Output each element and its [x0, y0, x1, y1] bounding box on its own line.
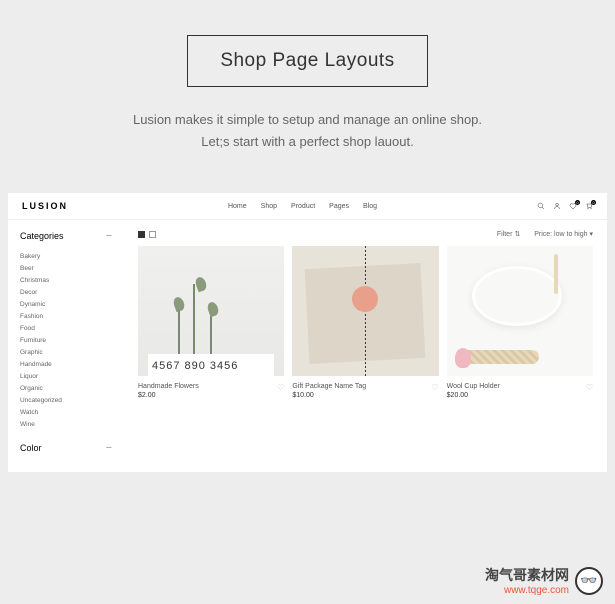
product-name: Wool Cup Holder — [447, 383, 500, 390]
cat-item[interactable]: Christmas — [20, 274, 112, 286]
product-card[interactable]: Wool Cup Holder $20.00 ♡ — [447, 246, 593, 399]
cat-item[interactable]: Liquor — [20, 370, 112, 382]
categories-list: Bakery Beer Christmas Decor Dynamic Fash… — [20, 250, 112, 430]
nav-product[interactable]: Product — [291, 203, 315, 210]
heart-icon[interactable]: ♡ — [431, 383, 438, 392]
product-price: $2.00 — [138, 392, 199, 399]
cart-icon[interactable]: 0 — [585, 202, 593, 210]
subtitle-line1: Lusion makes it simple to setup and mana… — [0, 109, 615, 131]
collapse-icon: − — [106, 230, 112, 242]
product-price: $10.00 — [292, 392, 366, 399]
product-image — [447, 246, 593, 376]
cat-item[interactable]: Watch — [20, 406, 112, 418]
watermark-logo-icon: 👓 — [575, 567, 603, 595]
cat-item[interactable]: Graphic — [20, 346, 112, 358]
color-header[interactable]: Color − — [20, 442, 112, 454]
wishlist-icon[interactable]: 0 — [569, 202, 577, 210]
collapse-icon: − — [106, 442, 112, 454]
topbar: LUSION Home Shop Product Pages Blog 0 0 — [8, 193, 607, 220]
nav-blog[interactable]: Blog — [363, 203, 377, 210]
nav-pages[interactable]: Pages — [329, 203, 349, 210]
product-name: Gift Package Name Tag — [292, 383, 366, 390]
subtitle-line2: Let;s start with a perfect shop lauout. — [0, 131, 615, 153]
watermark-title: 淘气哥素材网 — [485, 565, 569, 585]
main-nav: Home Shop Product Pages Blog — [68, 203, 537, 210]
filter-button[interactable]: Filter ⇅ — [497, 230, 520, 238]
cat-item[interactable]: Dynamic — [20, 298, 112, 310]
user-icon[interactable] — [553, 202, 561, 210]
sidebar: Categories − Bakery Beer Christmas Decor… — [8, 220, 124, 472]
watermark-url: www.tqge.com — [485, 585, 569, 596]
cat-item[interactable]: Furniture — [20, 334, 112, 346]
cart-badge: 0 — [591, 200, 596, 205]
categories-header[interactable]: Categories − — [20, 230, 112, 242]
list-view-icon[interactable] — [149, 231, 156, 238]
watermark: 淘气哥素材网 www.tqge.com 👓 — [485, 565, 603, 596]
toolbar: Filter ⇅ Price: low to high ▾ — [138, 230, 593, 238]
sort-dropdown[interactable]: Price: low to high ▾ — [534, 230, 593, 238]
cat-item[interactable]: Handmade — [20, 358, 112, 370]
product-price: $20.00 — [447, 392, 500, 399]
categories-title: Categories — [20, 231, 64, 241]
shop-preview: LUSION Home Shop Product Pages Blog 0 0 … — [8, 193, 607, 472]
main-content: Filter ⇅ Price: low to high ▾ Handmade F… — [124, 220, 607, 472]
cat-item[interactable]: Decor — [20, 286, 112, 298]
cat-item[interactable]: Organic — [20, 382, 112, 394]
color-title: Color — [20, 443, 42, 453]
wishlist-badge: 0 — [575, 200, 580, 205]
cat-item[interactable]: Fashion — [20, 310, 112, 322]
cat-item[interactable]: Wine — [20, 418, 112, 430]
search-icon[interactable] — [537, 202, 545, 210]
heart-icon[interactable]: ♡ — [277, 383, 284, 392]
grid-view-icon[interactable] — [138, 231, 145, 238]
nav-home[interactable]: Home — [228, 203, 247, 210]
nav-shop[interactable]: Shop — [261, 203, 277, 210]
cat-item[interactable]: Bakery — [20, 250, 112, 262]
product-name: Handmade Flowers — [138, 383, 199, 390]
cat-item[interactable]: Beer — [20, 262, 112, 274]
page-title: Shop Page Layouts — [187, 35, 427, 87]
product-image — [138, 246, 284, 376]
heart-icon[interactable]: ♡ — [586, 383, 593, 392]
product-card[interactable]: Handmade Flowers $2.00 ♡ — [138, 246, 284, 399]
logo[interactable]: LUSION — [22, 201, 68, 211]
cat-item[interactable]: Food — [20, 322, 112, 334]
product-card[interactable]: Gift Package Name Tag $10.00 ♡ — [292, 246, 438, 399]
product-image — [292, 246, 438, 376]
cat-item[interactable]: Uncategorized — [20, 394, 112, 406]
